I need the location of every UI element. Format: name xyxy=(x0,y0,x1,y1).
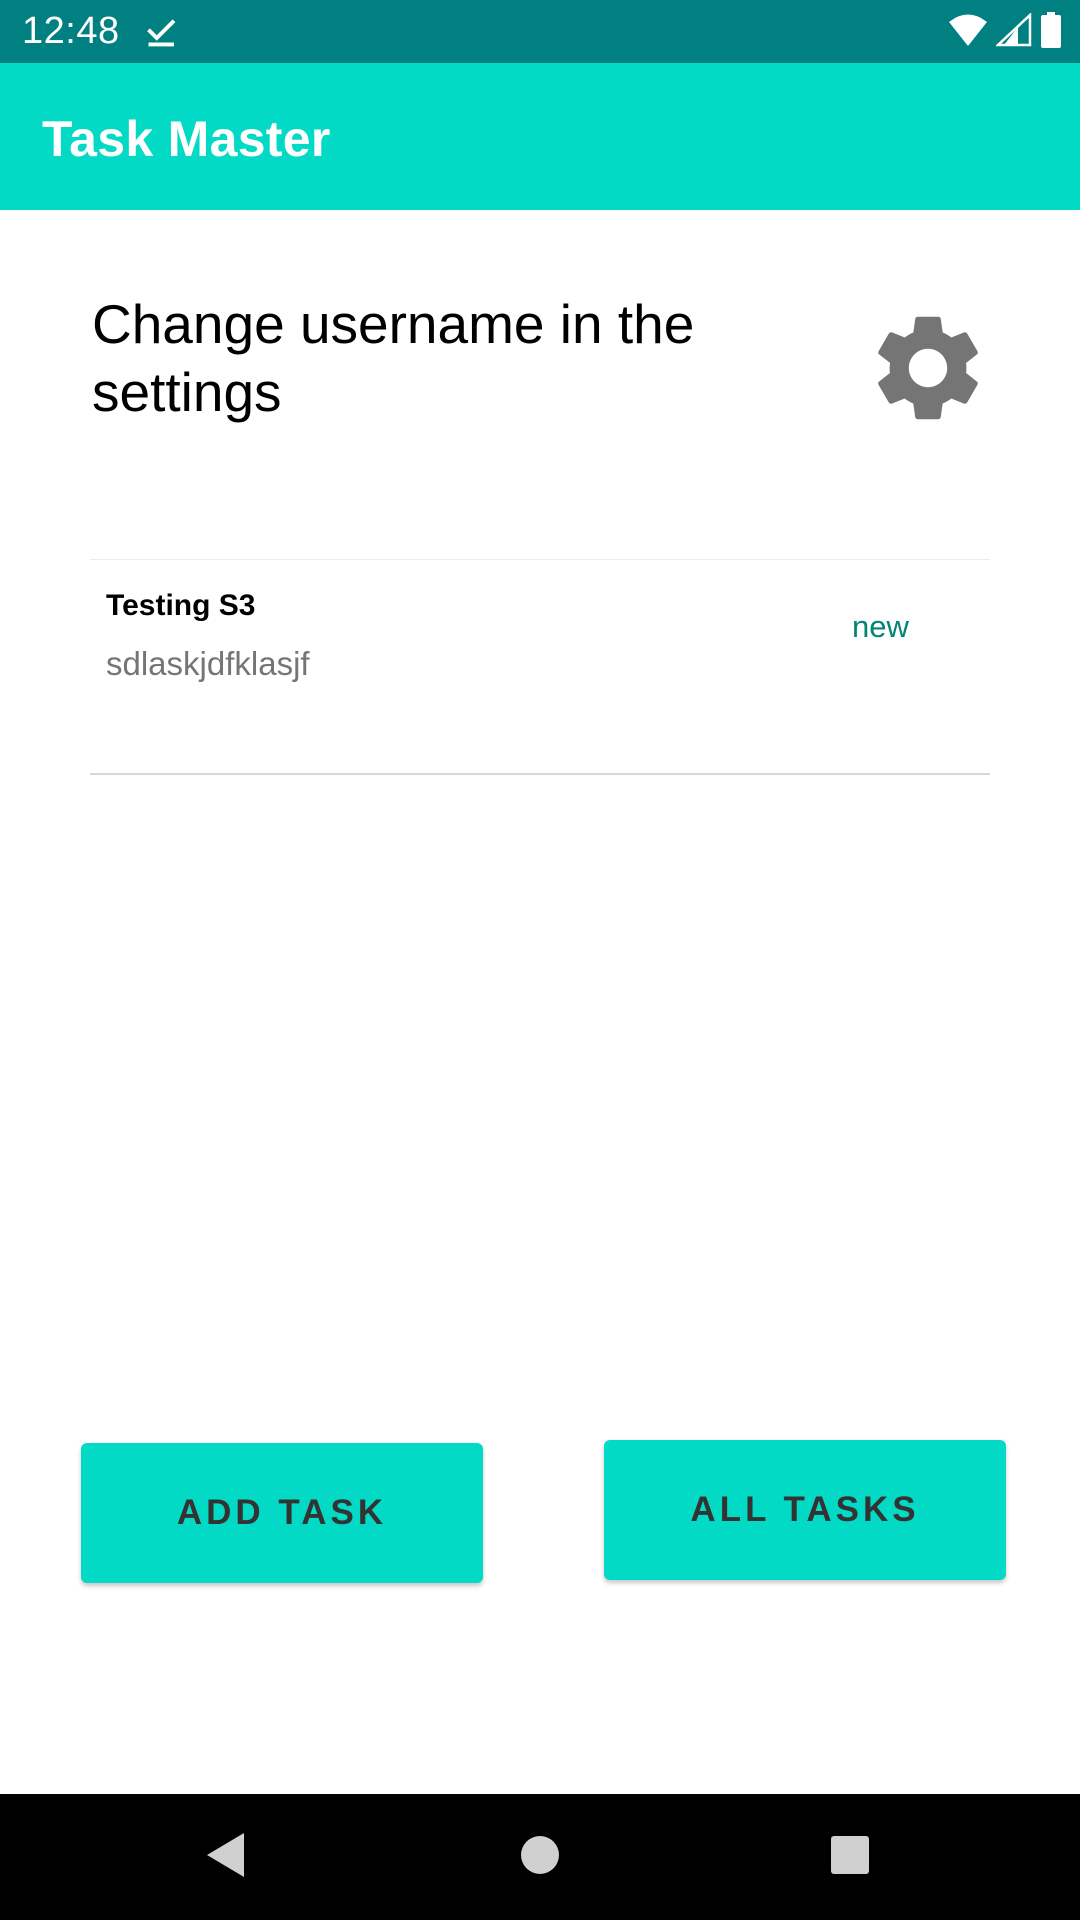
add-task-button[interactable]: ADD TASK xyxy=(81,1443,483,1583)
settings-button[interactable] xyxy=(858,300,998,440)
app-bar: Task Master xyxy=(0,63,1080,210)
home-icon xyxy=(519,1834,561,1881)
recents-button[interactable] xyxy=(820,1827,880,1887)
status-time: 12:48 xyxy=(22,10,120,52)
wifi-icon xyxy=(948,13,988,52)
signal-icon xyxy=(994,11,1032,52)
back-button[interactable] xyxy=(196,1827,256,1887)
status-bar: 12:48 xyxy=(0,0,1080,63)
recents-icon xyxy=(830,1835,870,1880)
back-icon xyxy=(204,1831,248,1884)
app-title: Task Master xyxy=(42,111,331,167)
battery-icon xyxy=(1040,11,1062,53)
check-icon xyxy=(144,14,180,50)
status-icons xyxy=(948,11,1062,53)
username-greeting: Change username in the settings xyxy=(92,293,695,423)
all-tasks-button[interactable]: ALL TASKS xyxy=(604,1440,1006,1580)
task-state: new xyxy=(852,609,909,644)
task-body: sdlaskjdfklasjf xyxy=(106,645,310,682)
gear-icon xyxy=(864,304,992,437)
home-button[interactable] xyxy=(510,1827,570,1887)
navigation-bar xyxy=(0,1794,1080,1920)
screen: 12:48 Task Master Change username in the… xyxy=(0,0,1080,1920)
task-list: Testing S3 sdlaskjdfklasjf new xyxy=(90,559,990,775)
task-title: Testing S3 xyxy=(106,589,256,622)
list-item[interactable]: Testing S3 sdlaskjdfklasjf new xyxy=(90,560,990,773)
